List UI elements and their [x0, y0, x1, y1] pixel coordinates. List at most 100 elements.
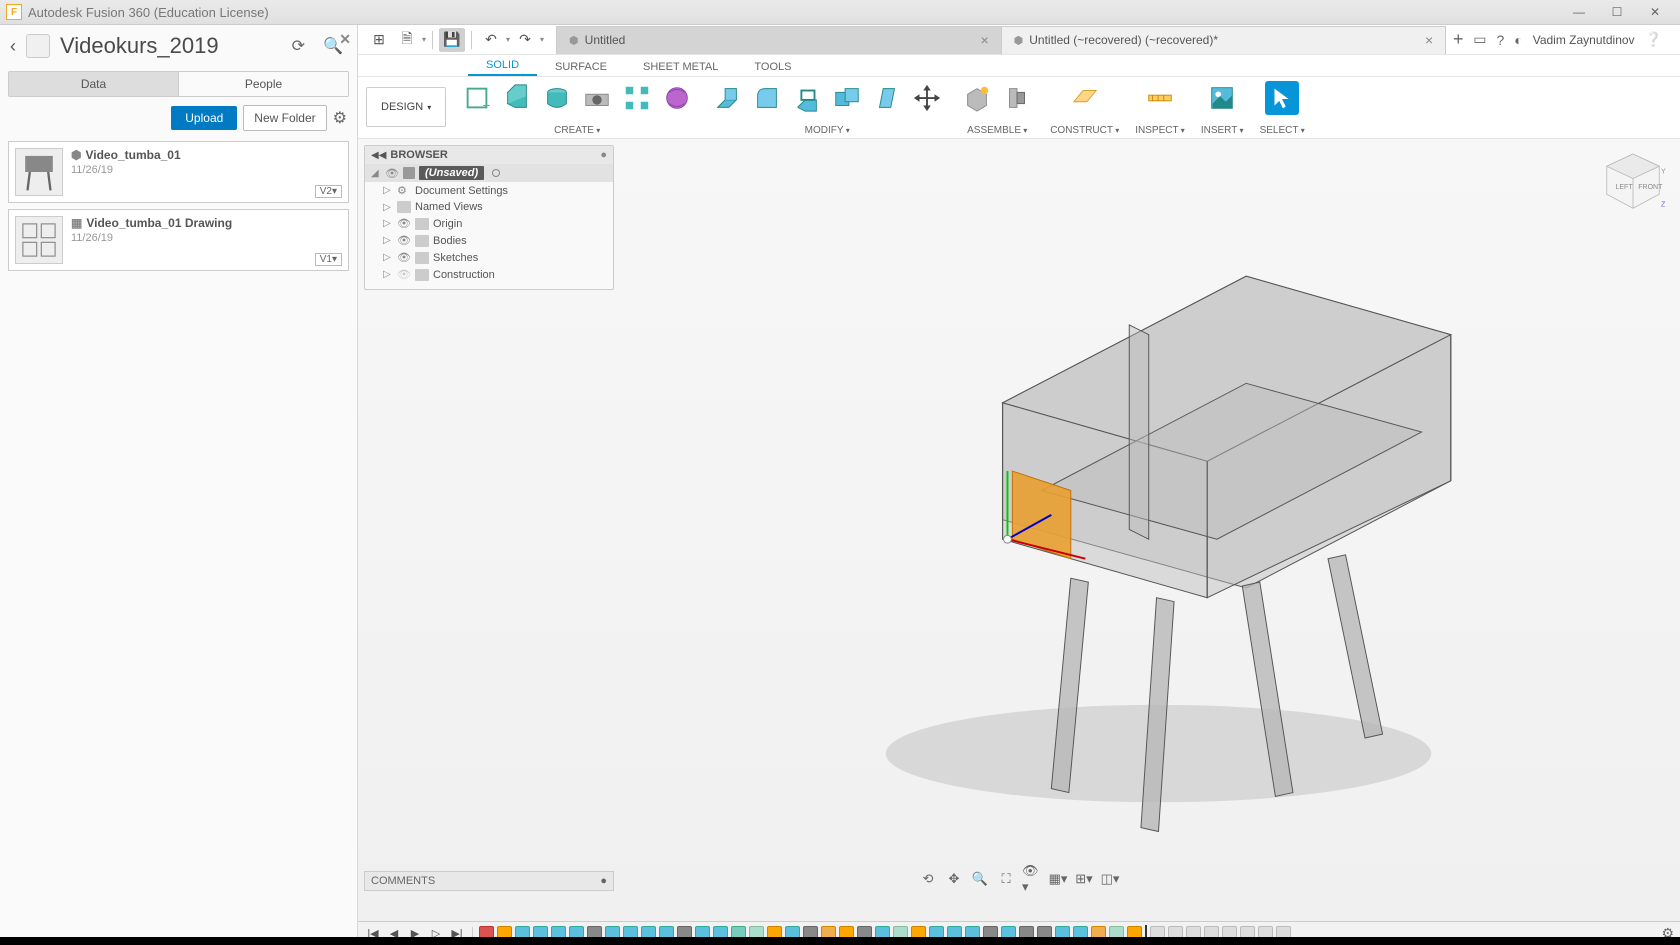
revolve-tool-icon[interactable] [540, 81, 574, 115]
help-icon[interactable]: ? [1496, 32, 1504, 48]
viewcube[interactable]: LEFT FRONT Y Z [1598, 147, 1668, 217]
measure-tool-icon[interactable] [1143, 81, 1177, 115]
job-status-icon[interactable]: ◐ [1514, 32, 1522, 48]
tab-close-icon[interactable]: × [980, 32, 988, 48]
form-tool-icon[interactable] [660, 81, 694, 115]
group-label[interactable]: CREATE [554, 125, 600, 136]
workspace-switcher[interactable]: DESIGN [366, 87, 446, 127]
browser-settings-icon[interactable]: ● [600, 149, 607, 161]
insert-tool-icon[interactable] [1205, 81, 1239, 115]
browser-root[interactable]: ◢👁 (Unsaved) [365, 164, 613, 182]
tab-people[interactable]: People [178, 72, 348, 96]
version-badge[interactable]: V2▾ [315, 185, 342, 198]
browser-item[interactable]: ▷Named Views [365, 199, 613, 215]
minimize-button[interactable]: — [1560, 1, 1598, 23]
refresh-icon[interactable]: ⟳ [288, 36, 309, 56]
file-card[interactable]: ⬢Video_tumba_01 11/26/19 V2▾ [8, 141, 349, 203]
joint-tool-icon[interactable] [1000, 81, 1034, 115]
comments-panel[interactable]: COMMENTS ● [364, 871, 614, 891]
display-icon[interactable]: ▦▾ [1048, 870, 1068, 888]
browser-item[interactable]: ▷👁Construction [365, 266, 613, 283]
file-thumbnail [15, 148, 63, 196]
browser-item[interactable]: ▷👁Origin [365, 215, 613, 232]
file-card[interactable]: ▦Video_tumba_01 Drawing 11/26/19 V1▾ [8, 209, 349, 271]
ribbon-group-assemble: ASSEMBLE [952, 77, 1042, 138]
mode-tab-sheetmetal[interactable]: SHEET METAL [625, 58, 736, 76]
document-tab[interactable]: ⬢ Untitled × [556, 26, 1002, 54]
extrude-tool-icon[interactable] [500, 81, 534, 115]
group-label[interactable]: INSERT [1201, 125, 1244, 136]
pan-icon[interactable]: ✥ [944, 870, 964, 888]
extensions-icon[interactable]: ▭ [1473, 31, 1486, 48]
select-tool-icon[interactable] [1265, 81, 1299, 115]
group-label[interactable]: MODIFY [805, 125, 850, 136]
group-label[interactable]: SELECT [1260, 125, 1305, 136]
back-button[interactable]: ‹ [10, 36, 16, 57]
app-title: Autodesk Fusion 360 (Education License) [28, 5, 1560, 20]
plane-tool-icon[interactable] [1068, 81, 1102, 115]
group-label[interactable]: CONSTRUCT [1050, 125, 1119, 136]
redo-icon[interactable]: ↷ [512, 28, 538, 52]
combine-tool-icon[interactable] [830, 81, 864, 115]
file-menu-icon[interactable]: 🗎 [394, 28, 420, 52]
mode-tab-solid[interactable]: SOLID [468, 56, 537, 76]
look-icon[interactable]: 👁▾ [1022, 870, 1042, 888]
viewport-icon[interactable]: ◫▾ [1100, 870, 1120, 888]
group-label[interactable]: ASSEMBLE [967, 125, 1027, 136]
group-label[interactable]: INSPECT [1135, 125, 1185, 136]
file-name: Video_tumba_01 Drawing [86, 216, 232, 230]
save-icon[interactable]: 💾 [439, 28, 465, 52]
close-button[interactable]: ✕ [1636, 1, 1674, 23]
quick-access-toolbar: ⊞ 🗎 ▾ 💾 ↶ ▾ ↷ ▾ ⬢ Untitled × ⬢ Untitled … [358, 25, 1680, 55]
browser-item[interactable]: ▷👁Sketches [365, 249, 613, 266]
new-folder-button[interactable]: New Folder [243, 105, 326, 131]
tab-close-icon[interactable]: × [1425, 32, 1433, 48]
version-badge[interactable]: V1▾ [315, 253, 342, 266]
component-tool-icon[interactable] [960, 81, 994, 115]
file-date: 11/26/19 [71, 232, 232, 244]
user-name[interactable]: Vadim Zaynutdinov [1533, 33, 1635, 47]
maximize-button[interactable]: ☐ [1598, 1, 1636, 23]
upload-button[interactable]: Upload [171, 106, 237, 130]
ribbon-group-insert: INSERT [1193, 77, 1252, 138]
mode-tab-tools[interactable]: TOOLS [736, 58, 809, 76]
grid-icon[interactable]: ⊞▾ [1074, 870, 1094, 888]
mode-tab-surface[interactable]: SURFACE [537, 58, 625, 76]
tab-data[interactable]: Data [9, 72, 178, 96]
browser-item[interactable]: ▷⚙Document Settings [365, 182, 613, 199]
model-view[interactable] [658, 169, 1620, 851]
panel-close-button[interactable]: ✕ [339, 31, 351, 48]
fillet-tool-icon[interactable] [750, 81, 784, 115]
svg-text:Z: Z [1661, 202, 1666, 209]
settings-icon[interactable]: ⚙ [333, 108, 347, 128]
canvas[interactable]: ◀◀ BROWSER ● ◢👁 (Unsaved) ▷⚙Document Set… [358, 139, 1680, 921]
browser-header[interactable]: ◀◀ BROWSER ● [365, 146, 613, 164]
document-tab[interactable]: ⬢ Untitled (~recovered) (~recovered)* × [1001, 26, 1447, 54]
orbit-icon[interactable]: ⟲ [918, 870, 938, 888]
file-name: Video_tumba_01 [85, 148, 180, 162]
zoom-icon[interactable]: 🔍 [970, 870, 990, 888]
pattern-tool-icon[interactable] [620, 81, 654, 115]
data-panel-toggle-icon[interactable]: ⊞ [366, 28, 392, 52]
collapse-icon[interactable]: ◀◀ [371, 150, 386, 161]
ribbon-group-inspect: INSPECT [1127, 77, 1193, 138]
undo-icon[interactable]: ↶ [478, 28, 504, 52]
expand-icon[interactable]: ● [600, 875, 607, 887]
shell-tool-icon[interactable] [790, 81, 824, 115]
file-info: ⬢Video_tumba_01 11/26/19 [71, 148, 181, 196]
fit-icon[interactable]: ⛶ [996, 870, 1016, 888]
project-name: Videokurs_2019 [60, 33, 278, 59]
doc-title: Untitled (~recovered) (~recovered)* [1029, 33, 1218, 47]
help-menu-icon[interactable]: ❔ [1645, 31, 1662, 48]
browser-item[interactable]: ▷👁Bodies [365, 232, 613, 249]
draft-tool-icon[interactable] [870, 81, 904, 115]
sketch-tool-icon[interactable]: + [460, 81, 494, 115]
move-tool-icon[interactable] [910, 81, 944, 115]
presspull-tool-icon[interactable] [710, 81, 744, 115]
document-tabs: ⬢ Untitled × ⬢ Untitled (~recovered) (~r… [556, 26, 1471, 54]
hole-tool-icon[interactable] [580, 81, 614, 115]
new-tab-button[interactable]: + [1445, 26, 1471, 54]
ribbon-group-select: SELECT [1252, 77, 1313, 138]
doc-title: Untitled [585, 33, 626, 47]
mode-tabs: SOLID SURFACE SHEET METAL TOOLS [358, 55, 1680, 77]
